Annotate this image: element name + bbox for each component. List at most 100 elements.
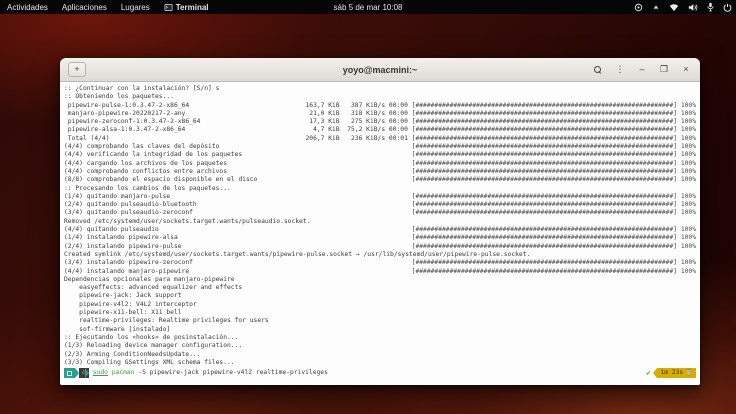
command-args: -S pipewire-jack pipewire-v4l2 realtime-… bbox=[135, 369, 328, 376]
progress-bar: [#######################################… bbox=[412, 102, 696, 110]
download-stats: 4,7 KiB 75,2 KiB/s 00:00 bbox=[306, 126, 412, 134]
progress-bar: [#######################################… bbox=[412, 209, 696, 217]
download-stats: 21,0 KiB 318 KiB/s 00:00 bbox=[306, 110, 412, 118]
clock-label: sáb 5 de mar 10:08 bbox=[334, 3, 403, 12]
terminal-line: easyeffects: advanced equalizer and effe… bbox=[64, 284, 696, 292]
terminal-line: :: Obteniendo los paquetes... bbox=[64, 93, 696, 101]
terminal-line: (4/4) quitando pulseaudio[##############… bbox=[64, 226, 696, 234]
progress-bar: [#######################################… bbox=[412, 243, 696, 251]
places-label: Lugares bbox=[121, 3, 150, 12]
progress-bar: [#######################################… bbox=[412, 135, 696, 143]
right-prompt: ✔ 1m 23s⌛ bbox=[646, 368, 696, 378]
progress-bar: [#######################################… bbox=[412, 126, 696, 134]
terminal-icon bbox=[164, 3, 173, 12]
download-stats: 17,3 KiB 275 KiB/s 00:00 bbox=[306, 118, 412, 126]
terminal-line: pipewire-zeroconf-1:0.3.47-2-x86_64 17,3… bbox=[64, 118, 696, 126]
progress-bar: [#######################################… bbox=[412, 201, 696, 209]
terminal-line: manjaro-pipewire-20220217-2-any 21,0 KiB… bbox=[64, 110, 696, 118]
progress-bar: [#######################################… bbox=[412, 268, 696, 276]
terminal-line: Dependencias opcionales para manjaro-pip… bbox=[64, 276, 696, 284]
terminal-line: realtime-privileges: Realtime privileges… bbox=[64, 317, 696, 325]
progress-bar: [#######################################… bbox=[412, 151, 696, 159]
progress-bar: [#######################################… bbox=[412, 259, 696, 267]
terminal-line: (4/4) comprobando conflictos entre archi… bbox=[64, 168, 696, 176]
status-icon[interactable] bbox=[634, 3, 643, 12]
progress-bar: [#######################################… bbox=[412, 110, 696, 118]
new-tab-button[interactable]: + bbox=[68, 62, 86, 77]
terminal-line: (2/4) quitando pulseaudio-bluetooth[####… bbox=[64, 201, 696, 209]
terminal-line: (1/4) quitando manjaro-pulse[###########… bbox=[64, 193, 696, 201]
terminal-line: Created symlink /etc/systemd/user/socket… bbox=[64, 251, 696, 259]
terminal-line: (3/3) Compiling GSettings XML schema fil… bbox=[64, 359, 696, 367]
applications-menu[interactable]: Aplicaciones bbox=[55, 0, 114, 14]
terminal-line: pipewire-pulse-1:0.3.47-2-x86_64163,7 Ki… bbox=[64, 102, 696, 110]
terminal-line: pipewire-jack: Jack support bbox=[64, 292, 696, 300]
terminal-line: Total (4/4)206,7 KiB 236 KiB/s 00:01 [##… bbox=[64, 135, 696, 143]
terminal-line: Removed /etc/systemd/user/sockets.target… bbox=[64, 218, 696, 226]
menu-button[interactable]: ⋮ bbox=[614, 64, 626, 76]
applications-label: Aplicaciones bbox=[62, 3, 107, 12]
shell-prompt[interactable]: ⌂ sudo pacman -S pipewire-jack pipewire-… bbox=[64, 368, 696, 378]
close-button[interactable]: × bbox=[680, 64, 692, 76]
os-logo-icon bbox=[67, 371, 72, 376]
search-button[interactable] bbox=[592, 64, 604, 76]
terminal-line: :: Ejecutando los «hooks» de posinstalac… bbox=[64, 334, 696, 342]
exit-status-ok-icon: ✔ bbox=[646, 369, 650, 377]
places-menu[interactable]: Lugares bbox=[114, 0, 157, 14]
system-tray bbox=[634, 0, 732, 14]
wifi-icon[interactable] bbox=[669, 3, 679, 12]
command-duration: 1m 23s⌛ bbox=[657, 368, 696, 378]
progress-bar: [#######################################… bbox=[412, 168, 696, 176]
terminal-output: :: ¿Continuar con la instalación? [S/n] … bbox=[64, 85, 696, 367]
progress-bar: [#######################################… bbox=[412, 143, 696, 151]
terminal-line: :: Procesando los cambios de los paquete… bbox=[64, 185, 696, 193]
prompt-os-segment bbox=[64, 368, 75, 378]
terminal-line: (8/8) comprobando el espacio disponible … bbox=[64, 176, 696, 184]
app-menu-terminal[interactable]: Terminal bbox=[157, 0, 216, 14]
download-stats: 206,7 KiB 236 KiB/s 00:01 bbox=[306, 135, 412, 143]
volume-icon[interactable] bbox=[688, 3, 698, 12]
activities-button[interactable]: Actividades bbox=[0, 0, 55, 14]
progress-bar: [#######################################… bbox=[412, 160, 696, 168]
progress-bar: [#######################################… bbox=[412, 193, 696, 201]
terminal-line: (1/3) Reloading device manager configura… bbox=[64, 342, 696, 350]
command-sudo: sudo bbox=[93, 369, 108, 376]
progress-bar: [#######################################… bbox=[412, 176, 696, 184]
terminal-line: (2/3) Arming ConditionNeedsUpdate... bbox=[64, 351, 696, 359]
terminal-line: pipewire-x11-bell: X11 bell bbox=[64, 309, 696, 317]
maximize-icon: ❐ bbox=[660, 65, 668, 74]
terminal-line: (2/4) instalando pipewire-pulse[########… bbox=[64, 243, 696, 251]
terminal-window: + yoyo@macmini:~ ⋮ – ❐ × :: ¿Continuar c… bbox=[60, 58, 700, 385]
terminal-line: (4/4) comprobando las claves del depósit… bbox=[64, 143, 696, 151]
minimize-button[interactable]: – bbox=[636, 64, 648, 76]
tray-expander-icon[interactable] bbox=[652, 3, 660, 11]
titlebar[interactable]: + yoyo@macmini:~ ⋮ – ❐ × bbox=[60, 58, 700, 82]
terminal-line: :: ¿Continuar con la instalación? [S/n] … bbox=[64, 85, 696, 93]
terminal-line: sof-firmware [instalado] bbox=[64, 326, 696, 334]
plus-icon: + bbox=[74, 65, 79, 74]
activities-label: Actividades bbox=[7, 3, 48, 12]
power-icon[interactable] bbox=[723, 3, 732, 12]
app-menu-label: Terminal bbox=[176, 3, 209, 12]
terminal-line: pipewire-v4l2: V4L2 interceptor bbox=[64, 301, 696, 309]
terminal-line: (1/4) instalando pipewire-alsa[#########… bbox=[64, 234, 696, 242]
terminal-line: pipewire-alsa-1:0.3.47-2-x86_64 4,7 KiB … bbox=[64, 126, 696, 134]
window-title: yoyo@macmini:~ bbox=[343, 65, 418, 75]
command-text: sudo pacman -S pipewire-jack pipewire-v4… bbox=[93, 369, 328, 377]
powerline-arrow-icon bbox=[85, 368, 89, 378]
terminal-line: (3/4) instalando pipewire-zeroconf[#####… bbox=[64, 259, 696, 267]
microphone-icon[interactable] bbox=[707, 2, 714, 12]
terminal-screen[interactable]: :: ¿Continuar con la instalación? [S/n] … bbox=[60, 82, 700, 385]
terminal-line: (4/4) cargando los archivos de los paque… bbox=[64, 160, 696, 168]
maximize-button[interactable]: ❐ bbox=[658, 64, 670, 76]
kebab-menu-icon: ⋮ bbox=[616, 65, 625, 74]
progress-bar: [#######################################… bbox=[412, 118, 696, 126]
progress-bar: [#######################################… bbox=[412, 234, 696, 242]
close-icon: × bbox=[683, 65, 688, 74]
terminal-line: (4/4) instalando manjaro-pipewire[######… bbox=[64, 268, 696, 276]
clock[interactable]: sáb 5 de mar 10:08 bbox=[327, 0, 410, 14]
terminal-line: (3/4) quitando pulseaudio-zeroconf[#####… bbox=[64, 209, 696, 217]
command-program: pacman bbox=[108, 369, 135, 376]
download-stats: 163,7 KiB 387 KiB/s 00:00 bbox=[306, 102, 412, 110]
progress-bar: [#######################################… bbox=[412, 226, 696, 234]
